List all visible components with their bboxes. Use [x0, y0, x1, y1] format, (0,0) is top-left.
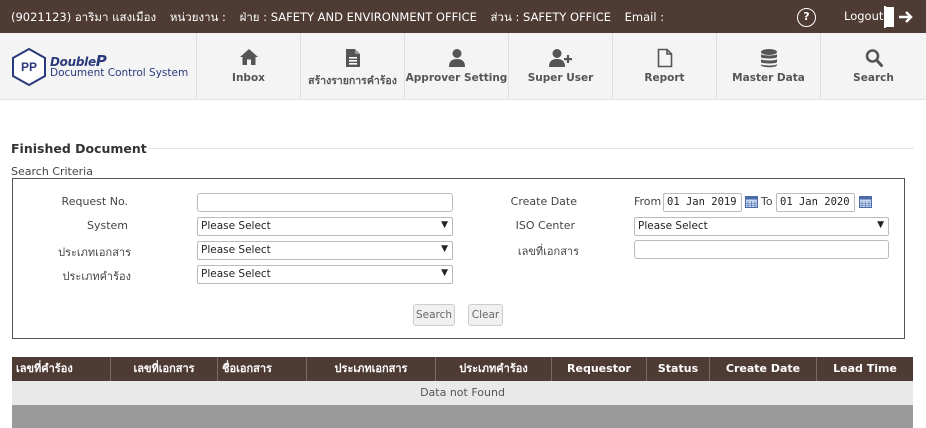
to-date-input[interactable]: 01 Jan 2020: [776, 193, 855, 212]
results-table-header: เลขที่คำร้อง เลขที่เอกสาร ชื่อเอกสาร ประ…: [12, 357, 913, 381]
document-no-label: เลขที่เอกสาร: [517, 245, 579, 258]
nav-label-approver-setting: Approver Setting: [405, 72, 508, 84]
database-icon: [760, 49, 777, 68]
section-text: ส่วน : SAFETY OFFICE: [490, 10, 611, 24]
system-select[interactable]: Please Select ▼: [197, 217, 453, 236]
document-icon: [345, 49, 360, 67]
nav-item-approver-setting[interactable]: Approver Setting: [404, 33, 508, 100]
email-label: Email :: [624, 10, 665, 24]
column-header-document-no[interactable]: เลขที่เอกสาร: [111, 357, 218, 381]
nav-item-master-data[interactable]: Master Data: [716, 33, 820, 100]
document-type-select[interactable]: Please Select ▼: [197, 241, 453, 260]
column-header-request-type[interactable]: ประเภทคำร้อง: [436, 357, 552, 381]
document-type-label: ประเภทเอกสาร: [58, 246, 131, 259]
system-label: System: [86, 219, 128, 232]
table-footer: [12, 405, 913, 428]
system-selected-value: Please Select: [201, 220, 271, 232]
iso-center-select[interactable]: Please Select ▼: [634, 217, 889, 236]
nav-label-inbox: Inbox: [232, 72, 265, 84]
request-type-selected-value: Please Select: [201, 268, 271, 280]
nav-item-create-request[interactable]: สร้างรายการคำร้อง: [300, 33, 404, 100]
page-title: Finished Document: [11, 141, 147, 156]
calendar-icon[interactable]: [745, 196, 758, 208]
logout-link[interactable]: Logout: [844, 9, 883, 23]
chevron-down-icon: ▼: [877, 220, 884, 230]
document-type-selected-value: Please Select: [201, 244, 271, 256]
department-text: ฝ่าย : SAFETY AND ENVIRONMENT OFFICE: [239, 10, 477, 24]
logo-mark: PP: [21, 60, 37, 74]
clear-button[interactable]: Clear: [468, 304, 503, 326]
main-nav: PP DoubleP Document Control System Inbox…: [0, 33, 926, 100]
user-icon: [448, 49, 465, 67]
nav-label-master-data: Master Data: [732, 72, 805, 84]
request-type-label: ประเภทคำร้อง: [62, 270, 131, 283]
help-icon[interactable]: ?: [797, 8, 816, 27]
calendar-icon[interactable]: [859, 196, 872, 208]
logo-subtitle: Document Control System: [50, 67, 189, 79]
chevron-down-icon: ▼: [441, 244, 448, 254]
to-label: To: [761, 195, 773, 208]
document-no-input[interactable]: [634, 240, 889, 259]
search-button[interactable]: Search: [413, 304, 455, 326]
request-no-label: Request No.: [61, 195, 128, 208]
column-header-lead-time[interactable]: Lead Time: [817, 357, 913, 381]
column-header-request-no[interactable]: เลขที่คำร้อง: [12, 357, 111, 381]
chevron-down-icon: ▼: [441, 220, 448, 230]
from-date-input[interactable]: 01 Jan 2019: [663, 193, 742, 212]
user-plus-icon: [548, 49, 572, 67]
column-header-document-name[interactable]: ชื่อเอกสาร: [218, 357, 307, 381]
column-header-requestor[interactable]: Requestor: [552, 357, 647, 381]
nav-item-search[interactable]: Search: [820, 33, 926, 100]
app-logo[interactable]: PP DoubleP Document Control System: [11, 48, 191, 88]
nav-label-search: Search: [853, 72, 894, 84]
nav-item-report[interactable]: Report: [612, 33, 716, 100]
search-criteria-label: Search Criteria: [11, 165, 93, 178]
column-header-status[interactable]: Status: [647, 357, 710, 381]
nav-label-report: Report: [644, 72, 685, 84]
request-type-select[interactable]: Please Select ▼: [197, 265, 453, 284]
user-bar: (9021123) อาริมา แสงเมือง หน่วยงาน : ฝ่า…: [0, 0, 926, 33]
chevron-down-icon: ▼: [441, 268, 448, 278]
iso-center-label: ISO Center: [515, 219, 575, 232]
search-criteria-panel: Request No. System ประเภทเอกสาร ประเภทคำ…: [12, 178, 905, 339]
nav-item-super-user[interactable]: Super User: [508, 33, 612, 100]
logout-icon[interactable]: [884, 5, 914, 32]
empty-table-message: Data not Found: [12, 381, 913, 405]
nav-item-inbox[interactable]: Inbox: [196, 33, 300, 100]
from-label: From: [634, 195, 662, 208]
create-date-label: Create Date: [510, 195, 577, 208]
file-outline-icon: [657, 48, 672, 68]
request-no-input[interactable]: [197, 193, 453, 212]
nav-label-super-user: Super User: [527, 72, 594, 84]
unit-label: หน่วยงาน :: [169, 10, 226, 24]
column-header-create-date[interactable]: Create Date: [710, 357, 817, 381]
home-icon: [239, 49, 258, 65]
nav-label-create-request: สร้างรายการคำร้อง: [308, 75, 397, 87]
user-name: (9021123) อาริมา แสงเมือง: [11, 10, 157, 24]
search-icon: [865, 49, 883, 67]
column-header-document-type[interactable]: ประเภทเอกสาร: [307, 357, 436, 381]
user-info: (9021123) อาริมา แสงเมือง หน่วยงาน : ฝ่า…: [11, 9, 674, 27]
iso-center-selected-value: Please Select: [638, 220, 708, 232]
logo-hexagon-icon: PP: [12, 48, 46, 86]
title-divider: [148, 148, 914, 149]
